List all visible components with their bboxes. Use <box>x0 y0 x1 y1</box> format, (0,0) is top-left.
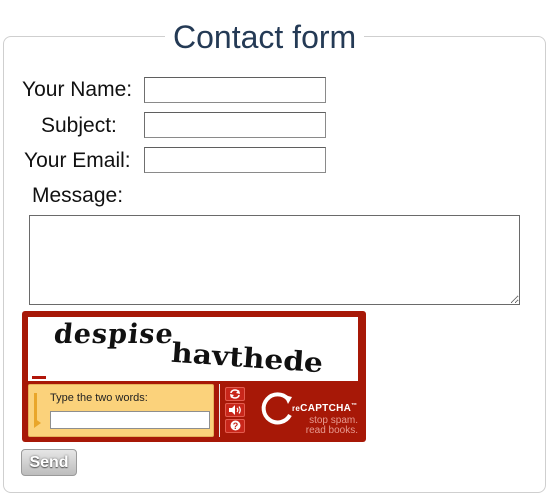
refresh-icon[interactable] <box>225 387 245 401</box>
name-label: Your Name: <box>22 78 133 101</box>
recaptcha-widget: despise havthede Type the two words: ? r… <box>22 311 366 442</box>
subject-input[interactable] <box>144 112 326 138</box>
recaptcha-tagline: stop spam. read books. <box>305 415 358 436</box>
captcha-distortion <box>268 345 328 371</box>
captcha-response-input[interactable] <box>50 411 210 429</box>
email-label: Your Email: <box>24 149 131 172</box>
captcha-word-1: despise <box>52 319 176 350</box>
message-textarea[interactable] <box>29 215 520 305</box>
form-title: Contact form <box>165 17 365 57</box>
email-input[interactable] <box>144 147 326 173</box>
svg-text:?: ? <box>232 421 238 431</box>
message-label: Message: <box>32 184 124 207</box>
name-input[interactable] <box>144 77 326 103</box>
help-icon[interactable]: ? <box>225 419 245 433</box>
recaptcha-brand: reCAPTCHA™ <box>292 403 358 414</box>
captcha-image: despise havthede <box>28 317 358 381</box>
send-button[interactable]: Send <box>21 449 77 476</box>
arrow-head-icon <box>34 418 41 428</box>
captcha-mark <box>32 376 46 379</box>
subject-label: Subject: <box>41 114 117 137</box>
audio-icon[interactable] <box>225 403 245 417</box>
captcha-prompt: Type the two words: <box>50 392 148 404</box>
captcha-input-panel: Type the two words: <box>28 384 214 437</box>
captcha-divider <box>219 384 220 437</box>
